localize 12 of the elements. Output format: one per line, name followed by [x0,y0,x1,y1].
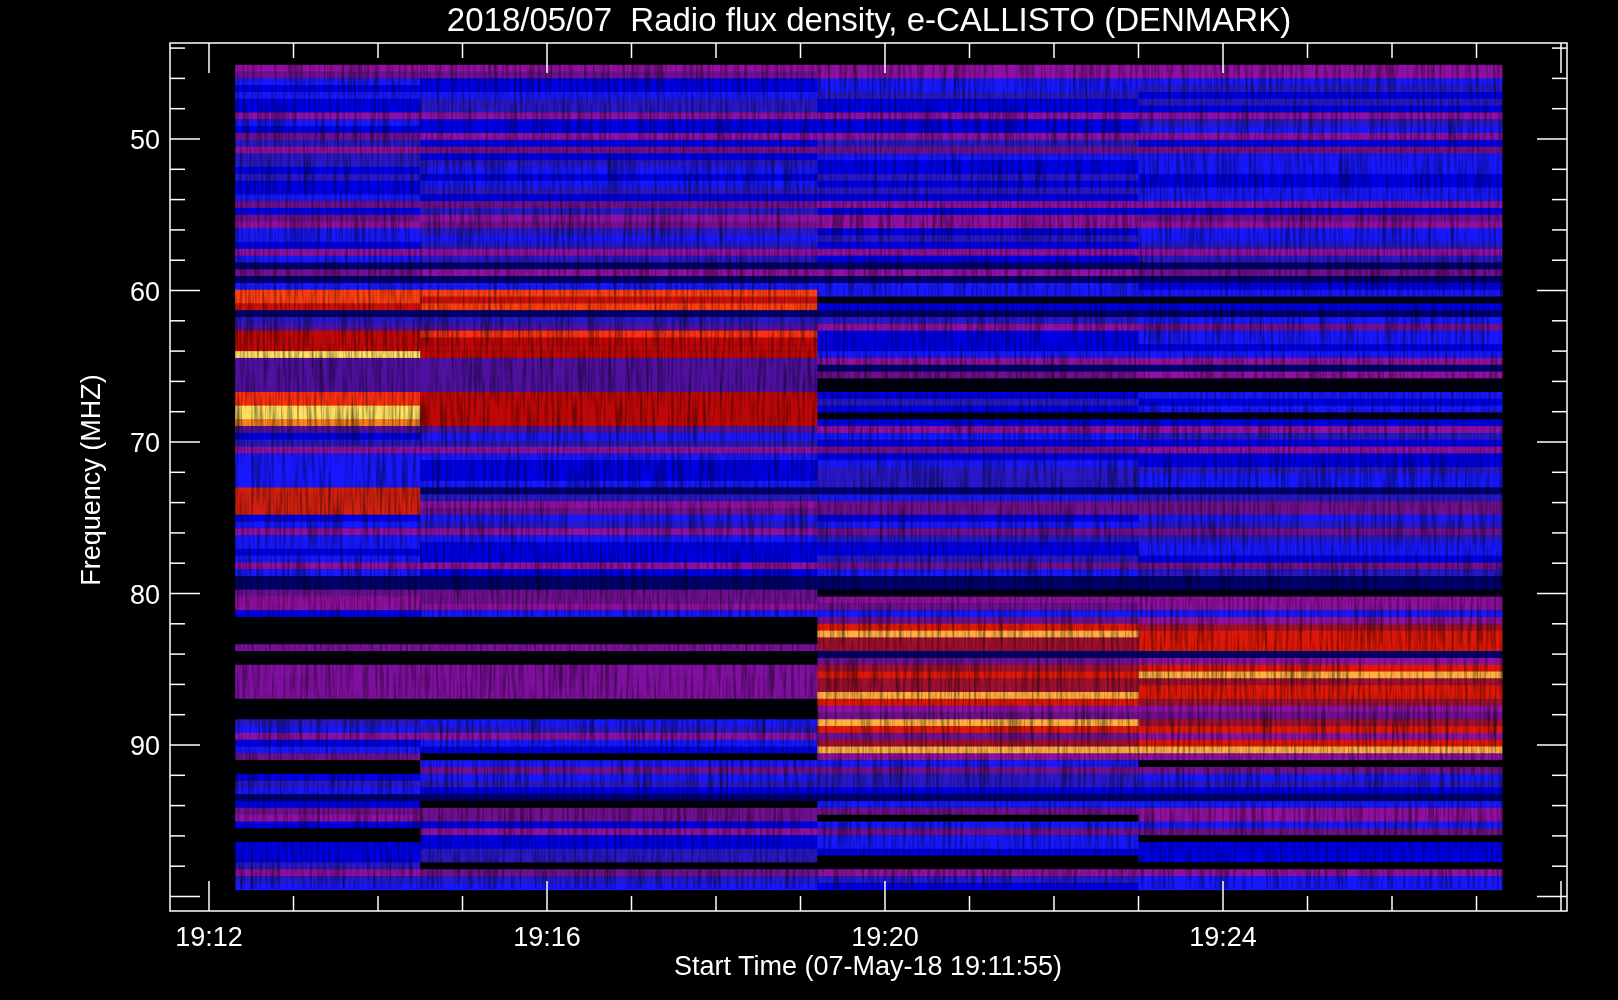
x-axis-label: Start Time (07-May-18 19:11:55) [673,951,1063,981]
x-tick-label: 19:16 [513,922,581,952]
y-tick-label: 80 [129,579,160,610]
x-tick-label: 19:24 [1189,922,1257,952]
y-tick-label: 90 [129,731,160,761]
chart-title: 2018/05/07 Radio flux density, e-CALLISTO (DENMARK) [446,0,1292,40]
y-tick-label: 50 [129,125,160,155]
y-tick-label: 60 [129,276,160,307]
x-tick-label: 19:20 [851,922,919,952]
y-tick-label: 70 [129,428,160,458]
x-tick-label: 19:12 [175,922,243,952]
y-axis-label: Frequency (MHZ) [76,374,106,586]
